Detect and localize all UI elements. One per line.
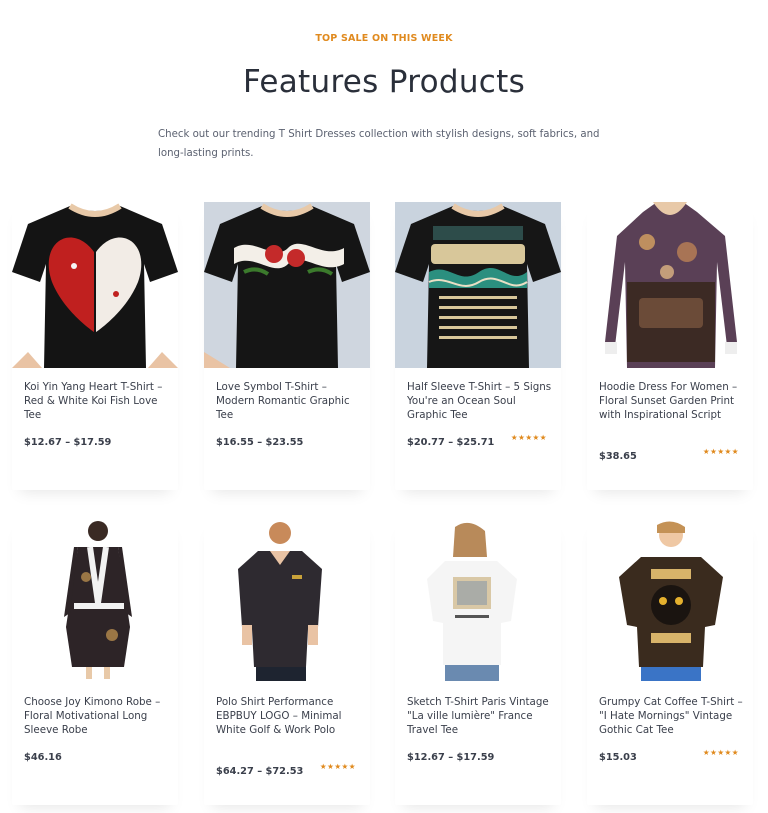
product-image[interactable] (204, 202, 370, 368)
product-price: $46.16 (24, 752, 62, 763)
product-name[interactable]: Koi Yin Yang Heart T-Shirt – Red & White… (24, 380, 170, 422)
product-price: $12.67 – $17.59 (24, 437, 112, 448)
product-image[interactable] (12, 517, 178, 683)
product-card[interactable]: Polo Shirt Performance EBPBUY LOGO – Min… (204, 517, 370, 805)
product-card[interactable]: Hoodie Dress For Women – Floral Sunset G… (587, 202, 753, 490)
product-card[interactable]: Grumpy Cat Coffee T-Shirt – "I Hate Morn… (587, 517, 753, 805)
product-name[interactable]: Choose Joy Kimono Robe – Floral Motivati… (24, 695, 170, 737)
product-price: $16.55 – $23.55 (216, 437, 304, 448)
star-rating: ★★★★★ (702, 748, 739, 757)
product-name[interactable]: Sketch T-Shirt Paris Vintage "La ville l… (407, 695, 553, 737)
product-image[interactable] (204, 517, 370, 683)
star-rating: ★★★★★ (510, 433, 547, 442)
product-price: $15.03 (599, 752, 637, 763)
product-image[interactable] (587, 202, 753, 368)
product-image[interactable] (395, 517, 561, 683)
product-price: $12.67 – $17.59 (407, 752, 495, 763)
product-card[interactable]: Half Sleeve T-Shirt – 5 Signs You're an … (395, 202, 561, 490)
product-card[interactable]: Sketch T-Shirt Paris Vintage "La ville l… (395, 517, 561, 805)
product-name[interactable]: Grumpy Cat Coffee T-Shirt – "I Hate Morn… (599, 695, 745, 737)
product-image[interactable] (12, 202, 178, 368)
product-price: $38.65 (599, 451, 637, 462)
product-name[interactable]: Half Sleeve T-Shirt – 5 Signs You're an … (407, 380, 553, 422)
product-name[interactable]: Love Symbol T-Shirt – Modern Romantic Gr… (216, 380, 362, 422)
product-card[interactable]: Choose Joy Kimono Robe – Floral Motivati… (12, 517, 178, 805)
product-card[interactable]: Koi Yin Yang Heart T-Shirt – Red & White… (12, 202, 178, 490)
star-rating: ★★★★★ (319, 762, 356, 771)
product-image[interactable] (395, 202, 561, 368)
product-price: $64.27 – $72.53 (216, 766, 304, 777)
product-name[interactable]: Polo Shirt Performance EBPBUY LOGO – Min… (216, 695, 362, 737)
star-rating: ★★★★★ (702, 447, 739, 456)
product-image[interactable] (587, 517, 753, 683)
product-card[interactable]: Love Symbol T-Shirt – Modern Romantic Gr… (204, 202, 370, 490)
product-name[interactable]: Hoodie Dress For Women – Floral Sunset G… (599, 380, 745, 422)
product-grid: Koi Yin Yang Heart T-Shirt – Red & White… (0, 0, 768, 813)
product-price: $20.77 – $25.71 (407, 437, 495, 448)
